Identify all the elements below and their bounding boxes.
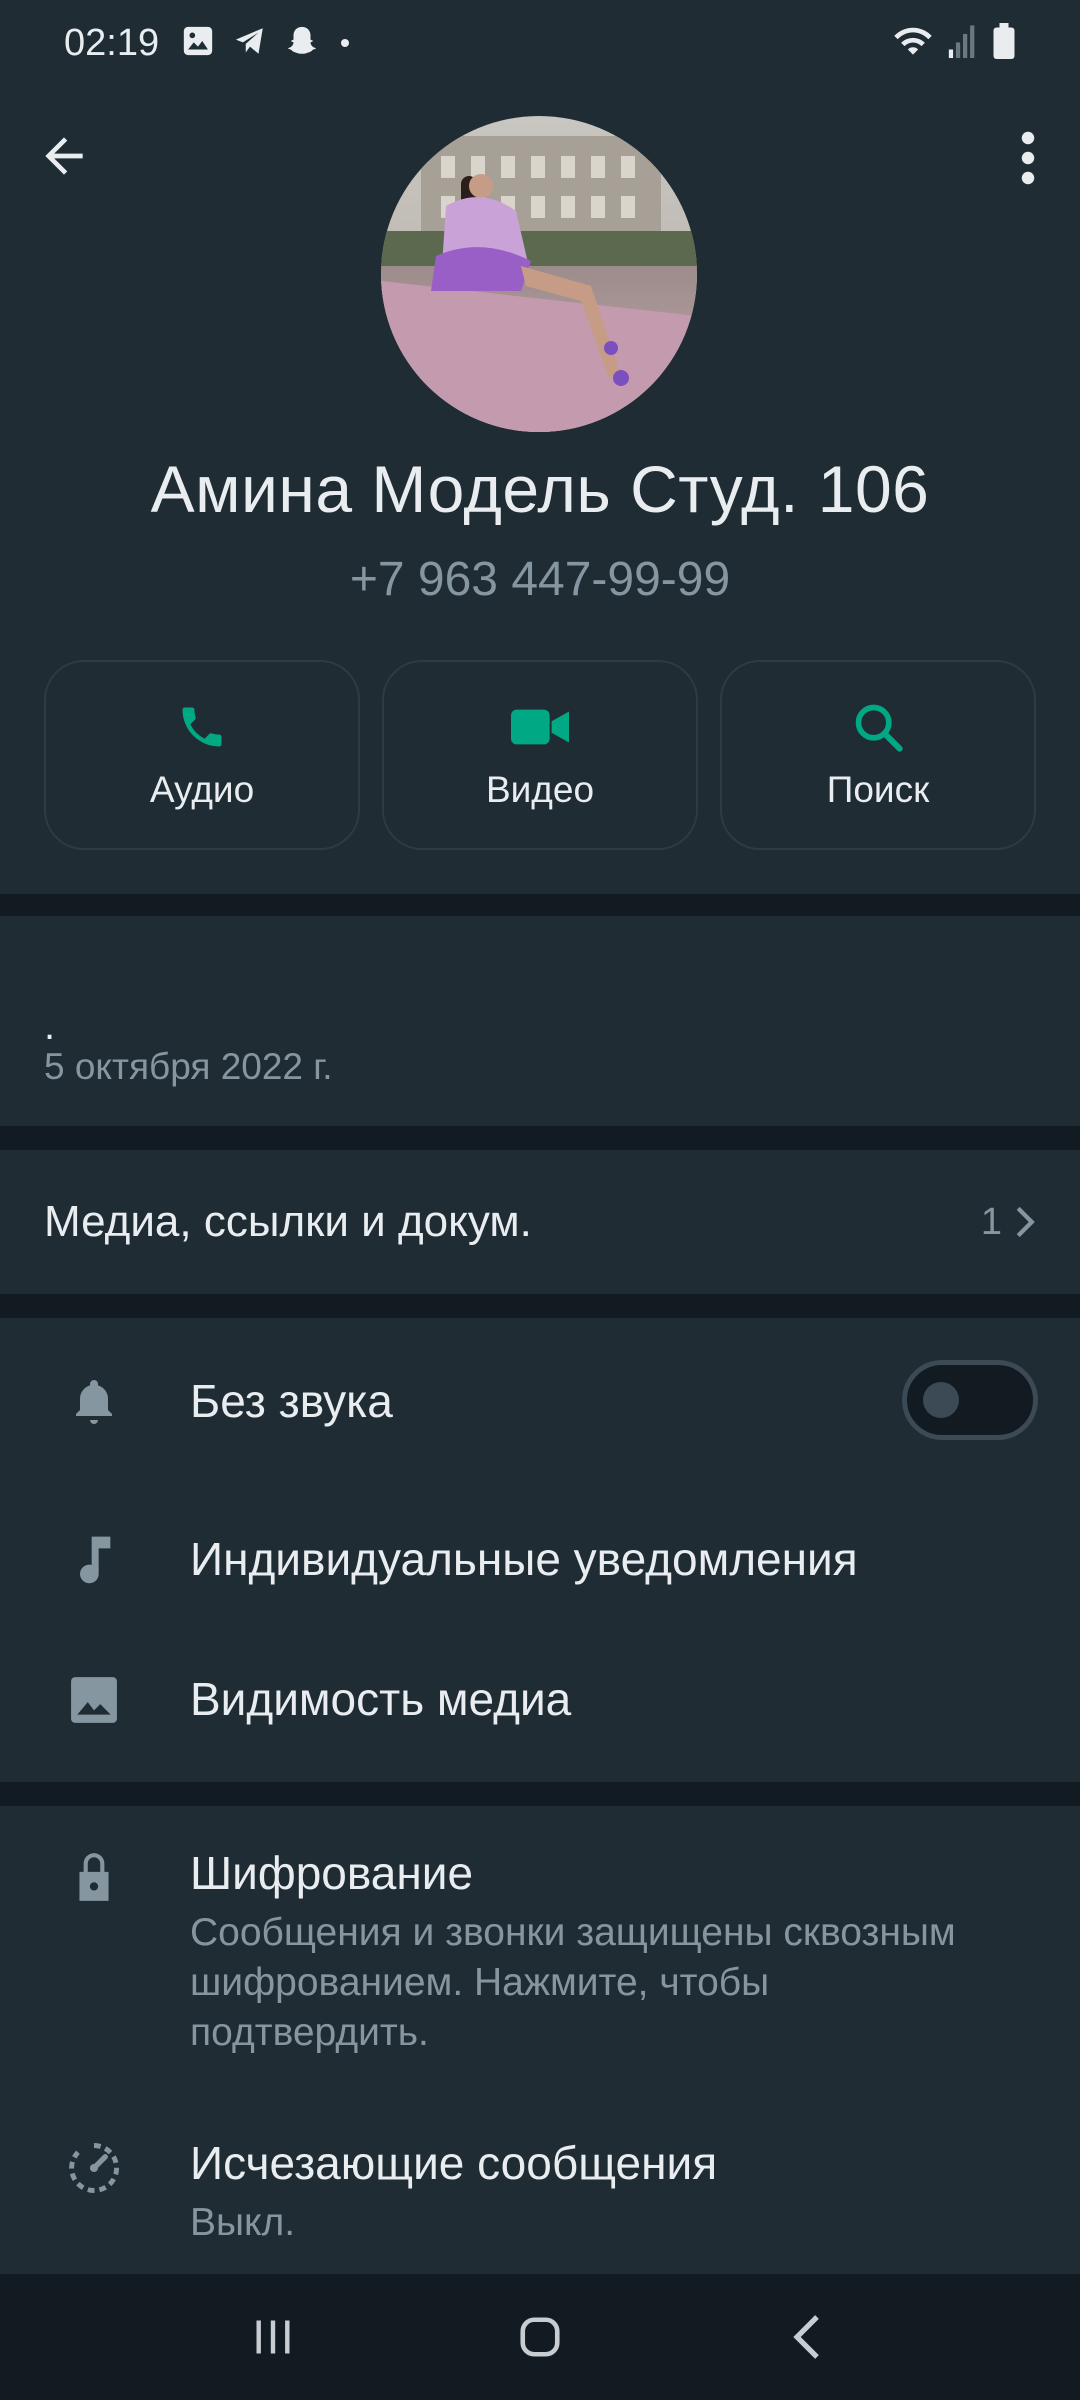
video-call-button[interactable]: Видео (382, 660, 698, 850)
mute-toggle[interactable] (902, 1360, 1038, 1440)
search-button[interactable]: Поиск (720, 660, 1036, 850)
back-button[interactable] (36, 128, 92, 184)
audio-call-label: Аудио (149, 769, 255, 810)
mute-row[interactable]: Без звука (0, 1318, 1080, 1484)
chevron-right-icon (1016, 1206, 1035, 1238)
media-links-docs-row[interactable]: Медиа, ссылки и докум. 1 (0, 1150, 1080, 1294)
search-label: Поиск (826, 769, 930, 810)
home-icon (520, 2317, 560, 2357)
mute-label: Без звука (190, 1375, 393, 1427)
audio-call-button[interactable]: Аудио (44, 660, 360, 850)
arrow-back-icon (45, 137, 83, 175)
signal-icon (948, 24, 978, 63)
lock-icon (66, 1848, 122, 1904)
custom-notifications-row[interactable]: Индивидуальные уведомления (0, 1484, 1080, 1634)
disappearing-subtitle: Выкл. (190, 2201, 296, 2244)
timer-icon (66, 2140, 122, 2196)
search-icon (852, 699, 904, 755)
media-label: Медиа, ссылки и докум. (44, 1197, 532, 1246)
avatar-photo (381, 116, 697, 432)
status-time: 02:19 (64, 21, 160, 64)
bell-icon (66, 1374, 122, 1430)
more-vert-icon (1021, 131, 1035, 185)
phone-icon (176, 699, 228, 755)
system-back-button[interactable] (767, 2297, 847, 2377)
music-note-icon (66, 1532, 122, 1588)
image-icon (66, 1672, 122, 1728)
encryption-title: Шифрование (190, 1847, 474, 1899)
security-section: Шифрование Сообщения и звонки защищены с… (0, 1806, 1080, 2274)
snapchat-notification-icon (285, 24, 319, 63)
custom-notifications-label: Индивидуальные уведомления (190, 1533, 858, 1585)
media-section: Медиа, ссылки и докум. 1 (0, 1150, 1080, 1294)
about-section[interactable]: . 5 октября 2022 г. (0, 916, 1080, 1126)
recent-apps-icon (256, 2320, 290, 2354)
notification-settings-section: Без звука Индивидуальные уведомления Вид… (0, 1318, 1080, 1782)
wifi-icon (892, 24, 934, 63)
encryption-row[interactable]: Шифрование Сообщения и звонки защищены с… (0, 1806, 1080, 2076)
about-text: . (44, 1004, 56, 1048)
video-icon (511, 699, 569, 755)
contact-phone[interactable]: +7 963 447-99-99 (0, 552, 1080, 607)
system-navigation-bar (0, 2274, 1080, 2400)
battery-icon (992, 22, 1016, 64)
about-date: 5 октября 2022 г. (44, 1046, 333, 1087)
contact-avatar[interactable] (381, 116, 697, 432)
telegram-notification-icon (231, 24, 269, 63)
disappearing-messages-row[interactable]: Исчезающие сообщения Выкл. (0, 2076, 1080, 2274)
home-button[interactable] (500, 2297, 580, 2377)
disappearing-title: Исчезающие сообщения (190, 2137, 718, 2189)
profile-header: Амина Модель Студ. 106 +7 963 447-99-99 … (0, 86, 1080, 894)
media-visibility-label: Видимость медиа (190, 1673, 572, 1725)
media-visibility-row[interactable]: Видимость медиа (0, 1634, 1080, 1782)
contact-name[interactable]: Амина Модель Студ. 106 (0, 451, 1080, 527)
more-options-button[interactable] (1006, 128, 1050, 188)
toggle-knob (923, 1382, 959, 1418)
recent-apps-button[interactable] (233, 2297, 313, 2377)
chevron-left-icon (792, 2315, 819, 2359)
more-notifications-dot (341, 39, 350, 47)
encryption-subtitle: Сообщения и звонки защищены сквозным шиф… (190, 1911, 956, 2054)
media-count: 1 (980, 1200, 1002, 1243)
status-bar: 02:19 (0, 0, 1080, 86)
video-call-label: Видео (485, 769, 595, 810)
gallery-notification-icon (181, 24, 215, 63)
